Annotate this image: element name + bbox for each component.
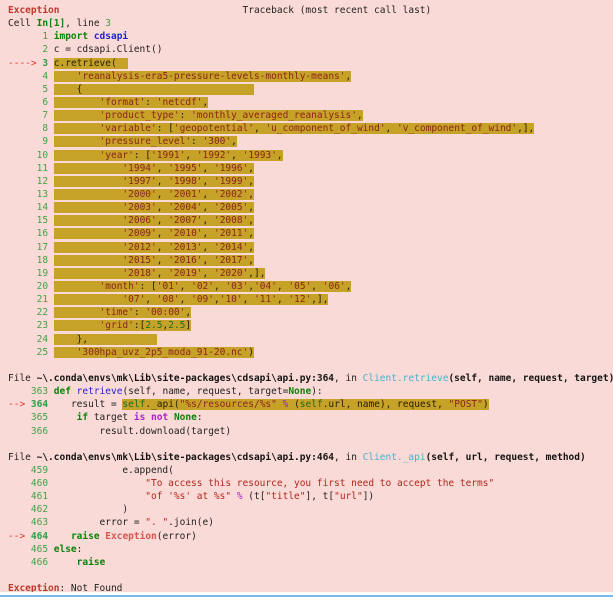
code-line: 2 c = cdsapi.Client() bbox=[8, 43, 613, 56]
code-line: 9 'pressure_level': '300', bbox=[8, 135, 613, 148]
code-line: Cell In[1], line 3 bbox=[8, 17, 613, 30]
code-line: 20 'month': ['01', '02', '03','04', '05'… bbox=[8, 280, 613, 293]
code-line: 24 }, bbox=[8, 333, 613, 346]
notebook-output-area: Exception Traceback (most recent call la… bbox=[0, 0, 613, 600]
code-line: 466 raise bbox=[8, 556, 613, 569]
code-line: 1 import cdsapi bbox=[8, 30, 613, 43]
code-line: 16 '2009', '2010', '2011', bbox=[8, 227, 613, 240]
code-line: Exception Traceback (most recent call la… bbox=[8, 4, 613, 17]
blank-line bbox=[8, 569, 613, 582]
code-line: 12 '1997', '1998', '1999', bbox=[8, 175, 613, 188]
code-line: --> 464 raise Exception(error) bbox=[8, 530, 613, 543]
code-line: 11 '1994', '1995', '1996', bbox=[8, 162, 613, 175]
code-line: 366 result.download(target) bbox=[8, 425, 613, 438]
code-line: 22 'time': '00:00', bbox=[8, 306, 613, 319]
code-line: 19 '2018', '2019', '2020',], bbox=[8, 267, 613, 280]
code-line: 17 '2012', '2013', '2014', bbox=[8, 241, 613, 254]
code-line: 14 '2003', '2004', '2005', bbox=[8, 201, 613, 214]
code-line: 7 'product_type': 'monthly_averaged_rean… bbox=[8, 109, 613, 122]
code-line: 21 '07', '08', '09','10', '11', '12',], bbox=[8, 293, 613, 306]
code-line: 25 '300hpa_uvz_2p5_moda_91-20.nc') bbox=[8, 346, 613, 359]
code-line: File ~\.conda\envs\mk\Lib\site-packages\… bbox=[8, 372, 613, 385]
code-line: 460 "To access this resource, you first … bbox=[8, 477, 613, 490]
code-line: 4 'reanalysis-era5-pressure-levels-month… bbox=[8, 70, 613, 83]
code-line: 365 if target is not None: bbox=[8, 411, 613, 424]
code-line: 5 { bbox=[8, 83, 613, 96]
code-line: 461 "of '%s' at %s" % (t["title"], t["ur… bbox=[8, 490, 613, 503]
code-line: 6 'format': 'netcdf', bbox=[8, 96, 613, 109]
traceback-output: Exception Traceback (most recent call la… bbox=[0, 0, 613, 592]
blank-line bbox=[8, 359, 613, 372]
blank-line bbox=[8, 438, 613, 451]
code-line: 23 'grid':[2.5,2.5] bbox=[8, 319, 613, 332]
code-line: 462 ) bbox=[8, 503, 613, 516]
code-line: 18 '2015', '2016', '2017', bbox=[8, 254, 613, 267]
code-line: File ~\.conda\envs\mk\Lib\site-packages\… bbox=[8, 451, 613, 464]
code-line: 363 def retrieve(self, name, request, ta… bbox=[8, 385, 613, 398]
code-line: 13 '2000', '2001', '2002', bbox=[8, 188, 613, 201]
code-line: 15 '2006', '2007', '2008', bbox=[8, 214, 613, 227]
code-line: 459 e.append( bbox=[8, 464, 613, 477]
code-line: 463 error = ". ".join(e) bbox=[8, 516, 613, 529]
code-line: Exception: Not Found bbox=[8, 582, 613, 592]
code-line: ----> 3 c.retrieve( bbox=[8, 57, 613, 70]
code-line: --> 364 result = self._api("%s/resources… bbox=[8, 398, 613, 411]
code-line: 8 'variable': ['geopotential', 'u_compon… bbox=[8, 122, 613, 135]
code-line: 10 'year': ['1991', '1992', '1993', bbox=[8, 149, 613, 162]
code-line: 465 else: bbox=[8, 543, 613, 556]
